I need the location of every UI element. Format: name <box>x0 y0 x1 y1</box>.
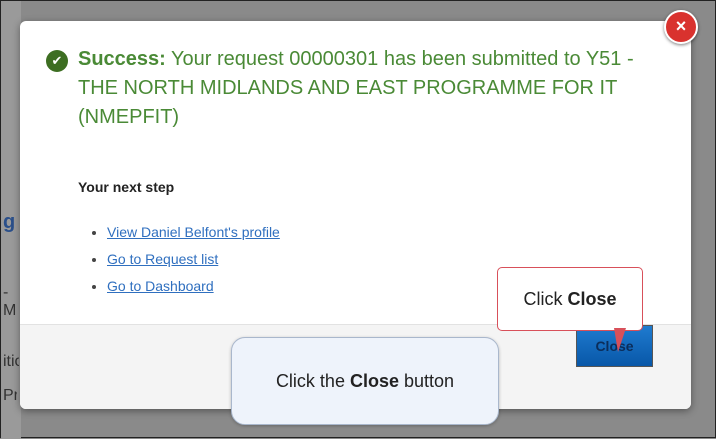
instruction-callout: Click the Close button <box>231 337 499 425</box>
callout-text: Click <box>523 289 568 309</box>
view-profile-link[interactable]: View Daniel Belfont's profile <box>107 224 280 240</box>
next-step-links: View Daniel Belfont's profile Go to Requ… <box>90 219 280 300</box>
close-icon[interactable]: × <box>664 10 698 44</box>
callout-text: Click the <box>275 371 350 391</box>
next-step-heading: Your next step <box>78 179 175 195</box>
background-fragment: Pr <box>3 387 17 404</box>
success-message: Success: Your request 00000301 has been … <box>78 45 668 132</box>
success-check-icon: ✔ <box>46 50 68 72</box>
callout-pointer <box>614 328 626 352</box>
success-label: Success: <box>78 48 166 70</box>
callout-bold: Close <box>349 371 399 391</box>
click-close-callout: Click Close <box>497 267 643 352</box>
request-list-link[interactable]: Go to Request list <box>107 251 218 267</box>
background-page: g -M itio Pr <box>1 1 21 439</box>
callout-bold: Close <box>567 289 617 309</box>
background-fragment: -M <box>3 284 17 319</box>
dashboard-link[interactable]: Go to Dashboard <box>107 278 214 294</box>
callout-text: button <box>399 371 455 391</box>
background-fragment: g <box>3 211 16 233</box>
background-fragment: itio <box>3 353 19 370</box>
